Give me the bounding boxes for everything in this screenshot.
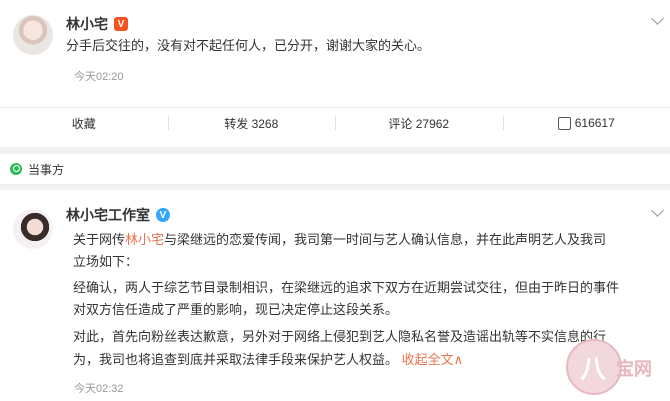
post-text-line: 对双方信任造成了严重的影响，现已决定停止这段关系。 [73,302,399,317]
watermark-logo: 八 宝网 [566,339,666,395]
post-time[interactable]: 今天02:32 [74,380,124,396]
like-count: 616617 [574,116,615,130]
author-name[interactable]: 林小宅 V [66,14,128,34]
post-text: 分手后交往的，没有对不起任何人，已分开，谢谢大家的关心。 [66,38,431,53]
post-text-line: 对此，首先向粉丝表达歉意，另外对于网络上侵犯到艺人隐私名誉及造谣出轨等不实信息的… [73,329,607,344]
watermark-glyph: 八 [580,354,607,384]
post-text-line: 为，我司也将追查到底并采取法律手段来保护艺人权益。 收起全文∧ [73,349,463,371]
author-name[interactable]: 林小宅工作室 V [66,205,170,225]
text-segment: 关于网传 [73,232,126,247]
topic-icon [10,163,22,175]
text-segment: 为，我司也将追查到底并采取法律手段来保护艺人权益。 [73,352,399,367]
section-label: 当事方 [28,163,65,177]
chevron-down-icon[interactable] [651,12,664,25]
vip-badge-icon: V [114,17,128,31]
repost-button[interactable]: 转发 3268 [167,108,336,138]
repost-label: 转发 3268 [224,116,279,131]
section-header: 当事方 [0,154,670,185]
post-text-line: 关于网传林小宅与梁继远的恋爱传闻，我司第一时间与艺人确认信息，并在此声明艺人及我… [73,229,606,251]
like-button[interactable]: 616617 [502,108,670,138]
action-bar: 收藏 转发 3268 评论 27962 616617 [0,108,670,138]
collapse-link[interactable]: 收起全文∧ [402,352,464,367]
thumbs-up-icon [557,116,571,130]
author-name-text[interactable]: 林小宅 [66,14,108,34]
collapse-label: 收起全文 [401,352,454,367]
avatar[interactable] [13,15,53,55]
collect-label: 收藏 [71,116,96,131]
comment-label: 评论 27962 [388,116,450,131]
post-text-line: 立场如下： [73,254,139,269]
watermark-text: 宝网 [616,359,652,379]
post-card-1: 林小宅 V 分手后交往的，没有对不起任何人，已分开，谢谢大家的关心。 今天02:… [0,0,670,147]
collect-button[interactable]: 收藏 [0,108,168,138]
post-time[interactable]: 今天02:20 [74,68,124,84]
text-segment: 与梁继远的恋爱传闻，我司第一时间与艺人确认信息，并在此声明艺人及我司 [164,232,607,247]
comment-button[interactable]: 评论 27962 [335,108,503,138]
avatar[interactable] [13,209,53,249]
mention-link[interactable]: 林小宅 [125,232,164,247]
verified-icon: V [156,208,170,222]
author-name-text[interactable]: 林小宅工作室 [66,205,150,225]
post-text-line: 经确认，两人于综艺节目录制相识，在梁继远的追求下双方在近期尝试交往，但由于昨日的… [73,280,620,295]
collapse-arrow-icon: ∧ [453,352,464,367]
